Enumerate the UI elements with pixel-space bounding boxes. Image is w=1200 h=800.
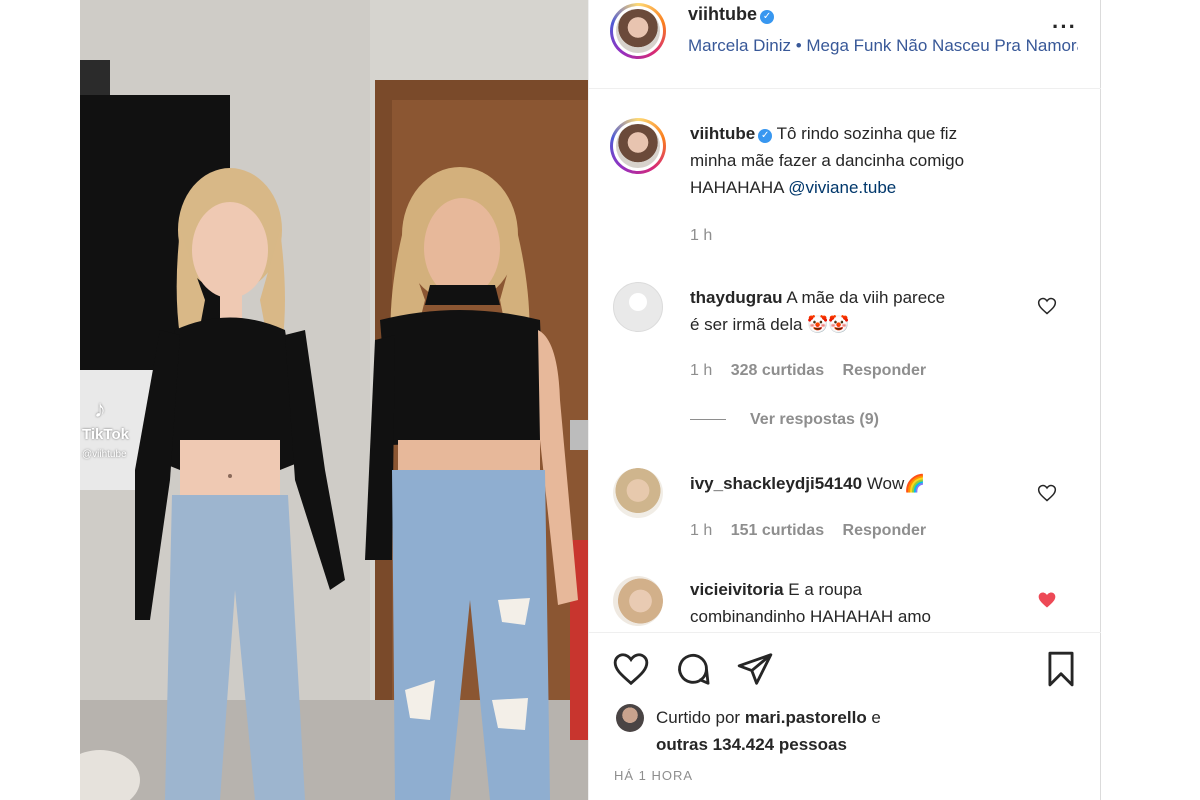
liked-comment-heart-icon[interactable] (1037, 590, 1057, 610)
avatar-image (616, 9, 660, 53)
caption-mention-link[interactable]: @viviane.tube (788, 178, 896, 197)
caption-text-line1: Tô rindo sozinha que fiz (776, 124, 958, 143)
comment-text: vicieivitoria E a roupa combinandinho HA… (690, 576, 1050, 630)
comment-username[interactable]: thaydugrau (690, 288, 783, 307)
liked-by-prefix: Curtido por (656, 708, 745, 727)
others-likes-count[interactable]: outras 134.424 pessoas (656, 735, 847, 754)
caption-time[interactable]: 1 h (690, 227, 712, 245)
liker-username[interactable]: mari.pastorello (745, 708, 867, 727)
tiktok-brand-label: TikTok (82, 426, 129, 443)
reply-button[interactable]: Responder (843, 362, 927, 379)
reply-button[interactable]: Responder (843, 522, 927, 539)
like-heart-icon[interactable] (612, 650, 650, 688)
post-photo (80, 0, 588, 800)
caption: viihtube ✓ Tô rindo sozinha que fiz minha… (690, 120, 1050, 201)
like-comment-heart-icon[interactable] (1037, 483, 1057, 503)
actions-divider (588, 632, 1101, 633)
comment-line1: A mãe da viih parece (786, 288, 946, 307)
comment-time[interactable]: 1 h (690, 522, 712, 539)
comment-line2: combinandinho HAHAHAH amo (690, 607, 931, 626)
commenter-avatar[interactable] (613, 282, 663, 332)
post-media[interactable]: ♪ TikTok @viihtube (80, 0, 588, 800)
author-username-row[interactable]: viihtube ✓ (688, 4, 775, 25)
view-replies-label: Ver respostas (9) (750, 411, 879, 428)
caption-username[interactable]: viihtube (690, 124, 755, 143)
caption-text-line2: minha mãe fazer a dancinha comigo (690, 151, 965, 170)
comment-time[interactable]: 1 h (690, 362, 712, 379)
comment-username[interactable]: ivy_shackleydji54140 (690, 474, 862, 493)
tiktok-username: @viihtube (82, 449, 127, 460)
comment-text: ivy_shackleydji54140 Wow🌈 (690, 470, 1070, 497)
caption-author-avatar[interactable] (610, 118, 666, 174)
comment-likes[interactable]: 151 curtidas (731, 522, 824, 539)
commenter-avatar[interactable] (613, 576, 663, 626)
verified-badge-icon: ✓ (760, 10, 775, 24)
comment-line1: Wow🌈 (866, 474, 926, 493)
liker-avatar[interactable] (616, 704, 644, 732)
share-paper-plane-icon[interactable] (736, 650, 774, 688)
liked-by-mid: e (866, 708, 881, 727)
verified-badge-icon: ✓ (758, 129, 773, 143)
liked-by-text: Curtido por mari.pastorello e outras 134… (656, 704, 881, 758)
comment-text: thaydugrau A mãe da viih parece é ser ir… (690, 284, 1050, 338)
music-label[interactable]: Marcela Diniz • Mega Funk Não Nasceu Pra… (688, 36, 1078, 56)
comment-meta: 1 h 151 curtidas Responder (690, 522, 926, 540)
header-divider (588, 88, 1101, 89)
tiktok-watermark: ♪ TikTok @viihtube (82, 396, 129, 462)
comment-username[interactable]: vicieivitoria (690, 580, 784, 599)
save-bookmark-icon[interactable] (1042, 650, 1080, 688)
comment-meta: 1 h 328 curtidas Responder (690, 362, 926, 380)
avatar-image (616, 124, 660, 168)
commenter-avatar[interactable] (613, 468, 663, 518)
more-options-icon[interactable]: ··· (1052, 14, 1077, 40)
author-username[interactable]: viihtube (688, 4, 757, 24)
tiktok-logo-icon: ♪ (94, 396, 106, 423)
comment-line1: E a roupa (788, 580, 863, 599)
comment-likes[interactable]: 328 curtidas (731, 362, 824, 379)
author-avatar[interactable] (610, 3, 666, 59)
post-timestamp[interactable]: HÁ 1 HORA (614, 768, 693, 783)
comment-line2: é ser irmã dela 🤡🤡 (690, 315, 850, 334)
comment-icon[interactable] (674, 650, 712, 688)
like-comment-heart-icon[interactable] (1037, 296, 1057, 316)
replies-line (690, 419, 726, 421)
comments-section[interactable]: viihtube ✓ Tô rindo sozinha que fiz minha… (588, 100, 1101, 630)
caption-text-line3: HAHAHAHA (690, 178, 789, 197)
view-replies-button[interactable]: Ver respostas (9) (690, 411, 879, 429)
